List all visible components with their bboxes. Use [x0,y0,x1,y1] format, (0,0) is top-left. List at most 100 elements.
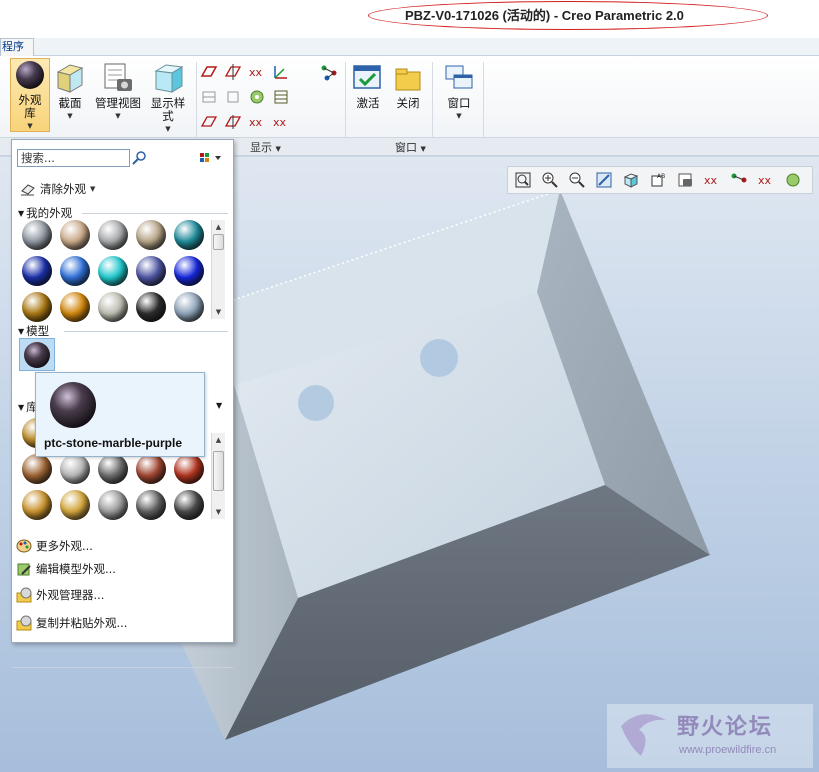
activate-icon [352,62,384,94]
my-appearance-swatch[interactable] [22,256,60,292]
appearance-ball-icon [174,256,204,286]
more-appearances-item[interactable]: 更多外观... [16,536,93,556]
scroll-down-icon[interactable]: ▼ [212,505,225,519]
appearance-ball-icon [22,220,52,250]
my-appearance-swatch[interactable] [174,292,212,328]
model-tree-icon[interactable] [248,88,266,106]
tooltip-appearance-name: ptc-stone-marble-purple [44,436,183,450]
panel-divider [12,667,233,668]
graphics-toolbar: AB xx xx [507,166,813,194]
appearance-search-input[interactable]: 搜索... [17,149,130,167]
appearance-ball-icon [98,220,128,250]
library-appearance-swatch[interactable] [60,490,98,526]
scroll-thumb[interactable] [213,451,224,491]
window-label: 窗口 [447,96,471,110]
model-header[interactable]: ▼ 模型 [18,324,49,338]
group-label-display[interactable]: 显示 ▼ [250,139,281,155]
appearance-ball-icon [136,292,166,322]
appearance-ball-icon [22,490,52,520]
library-appearance-swatch[interactable] [60,454,98,490]
close-button[interactable]: 关闭 [390,62,426,122]
orient-icon[interactable] [224,88,242,106]
svg-text:xx: xx [249,66,263,79]
my-appearances-scrollbar[interactable]: ▲ ▼ [211,220,225,319]
display-style-icon[interactable] [619,169,643,191]
appearance-ball-icon [60,454,90,484]
marble-ball-preview-icon [50,382,96,428]
library-appearance-swatch[interactable] [98,490,136,526]
datum-display-icon[interactable]: xx [700,169,724,191]
point-tag-icon[interactable]: xx [248,113,266,131]
library-scrollbar[interactable]: ▲ ▼ [211,433,225,519]
activate-button[interactable]: 激活 [350,62,386,122]
my-appearance-swatch[interactable] [98,220,136,256]
scroll-up-icon[interactable]: ▲ [212,433,225,447]
spin-center-icon[interactable] [200,88,218,106]
library-appearance-swatch[interactable] [136,454,174,490]
group-display-text: 显示 [250,141,272,154]
view-manager-icon[interactable] [673,169,697,191]
chevron-down-icon: ▼ [275,145,281,153]
csys-display-icon[interactable] [272,63,290,81]
section-button[interactable]: 截面 ▼ [52,62,88,132]
view-options-button[interactable] [199,151,225,165]
library-appearance-swatch[interactable] [174,490,212,526]
layer-icon[interactable] [272,88,290,106]
manage-views-button[interactable]: 管理视图 ▼ [92,62,144,132]
tab-program[interactable]: 程序 [0,38,34,56]
appearance-ball-icon [98,256,128,286]
edit-model-appearance-item[interactable]: 编辑模型外观... [16,559,116,579]
close-folder-icon [392,62,424,94]
library-appearance-swatch[interactable] [174,454,212,490]
group-label-window[interactable]: 窗口 ▼ [395,139,426,155]
my-appearance-swatch[interactable] [98,292,136,328]
display-style-button[interactable]: 显示样 式 ▼ [148,62,188,138]
library-appearance-swatch[interactable] [98,454,136,490]
saved-views-icon[interactable]: AB [646,169,670,191]
window-button[interactable]: 窗口 ▼ [441,62,477,126]
appearance-ball-icon [22,256,52,286]
scroll-thumb[interactable] [213,234,224,250]
annotation-toggle-icon[interactable]: xx [754,169,778,191]
spin-center-toggle-icon[interactable] [727,169,751,191]
chevron-down-icon: ▼ [67,112,73,120]
appearance-manager-item[interactable]: 外观管理器... [16,585,104,605]
clear-appearance-button[interactable]: 清除外观 ▼ [20,180,95,198]
plane-display-icon[interactable] [200,63,218,81]
scroll-up-icon[interactable]: ▲ [212,220,225,234]
model-appearance-swatch[interactable] [19,338,55,371]
appearance-ball-icon [60,490,90,520]
plane-tag-icon[interactable] [200,113,218,131]
library-appearance-swatch[interactable] [136,490,174,526]
my-appearances-header[interactable]: ▼ 我的外观 [18,206,72,220]
copy-paste-appearance-item[interactable]: 复制并粘贴外观... [16,613,127,633]
refit-icon[interactable] [511,169,535,191]
point-display-icon[interactable]: xx [248,63,266,81]
my-appearance-swatch[interactable] [60,220,98,256]
my-appearance-swatch[interactable] [136,256,174,292]
library-appearance-swatch[interactable] [22,454,60,490]
my-appearance-swatch[interactable] [22,220,60,256]
my-appearance-swatch[interactable] [136,292,174,328]
repaint-icon[interactable] [592,169,616,191]
zoom-in-icon[interactable] [538,169,562,191]
appearance-gallery-button[interactable]: 外观 库 ▼ [10,58,50,132]
my-appearance-swatch[interactable] [136,220,174,256]
appearance-toggle-icon[interactable] [781,169,805,191]
my-appearance-swatch[interactable] [60,256,98,292]
axis-display-icon[interactable] [224,63,242,81]
chevron-down-icon[interactable]: ▼ [216,401,222,410]
library-appearance-swatch[interactable] [22,490,60,526]
search-icon[interactable] [132,150,148,166]
my-appearance-swatch[interactable] [174,220,212,256]
annotation-display-icon[interactable] [320,63,338,81]
watermark-url: www.proewildfire.cn [679,744,777,756]
appearance-ball-icon [174,454,204,484]
my-appearance-swatch[interactable] [60,292,98,328]
my-appearance-swatch[interactable] [174,256,212,292]
axis-tag-icon[interactable] [224,113,242,131]
csys-tag-icon[interactable]: xx [272,113,290,131]
zoom-out-icon[interactable] [565,169,589,191]
my-appearance-swatch[interactable] [98,256,136,292]
scroll-down-icon[interactable]: ▼ [212,305,225,319]
